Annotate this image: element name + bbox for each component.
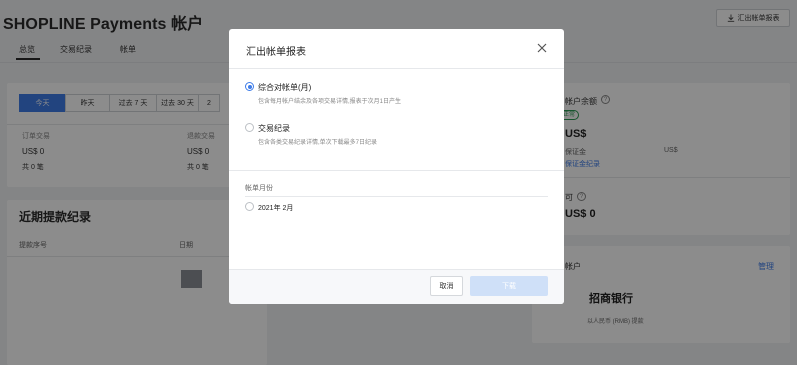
monthly-statement-radio[interactable] (245, 82, 254, 91)
monthly-statement-label[interactable]: 综合对帐单(月) (258, 82, 311, 93)
month-radio[interactable] (245, 202, 254, 211)
download-button[interactable]: 下载 (470, 276, 548, 296)
export-statement-modal: 汇出帐单报表 综合对帐单(月) 包含每月帐户结余及各项交易详情,报表于次月1日产… (229, 29, 564, 304)
monthly-statement-description: 包含每月帐户结余及各项交易详情,报表于次月1日产生 (258, 99, 402, 105)
modal-section-divider (229, 170, 564, 171)
transaction-records-description: 包含各类交易纪录详情,单次下载最多7日纪录 (258, 140, 378, 146)
modal-title: 汇出帐单报表 (246, 47, 306, 58)
month-option-label[interactable]: 2021年 2月 (258, 203, 293, 213)
modal-header-divider (229, 68, 564, 69)
statement-month-label: 帐单月份 (245, 185, 273, 192)
transaction-records-label[interactable]: 交易纪录 (258, 123, 290, 134)
close-icon[interactable] (535, 41, 549, 55)
month-section-divider (245, 196, 548, 197)
cancel-button[interactable]: 取消 (430, 276, 463, 296)
transaction-records-radio[interactable] (245, 123, 254, 132)
